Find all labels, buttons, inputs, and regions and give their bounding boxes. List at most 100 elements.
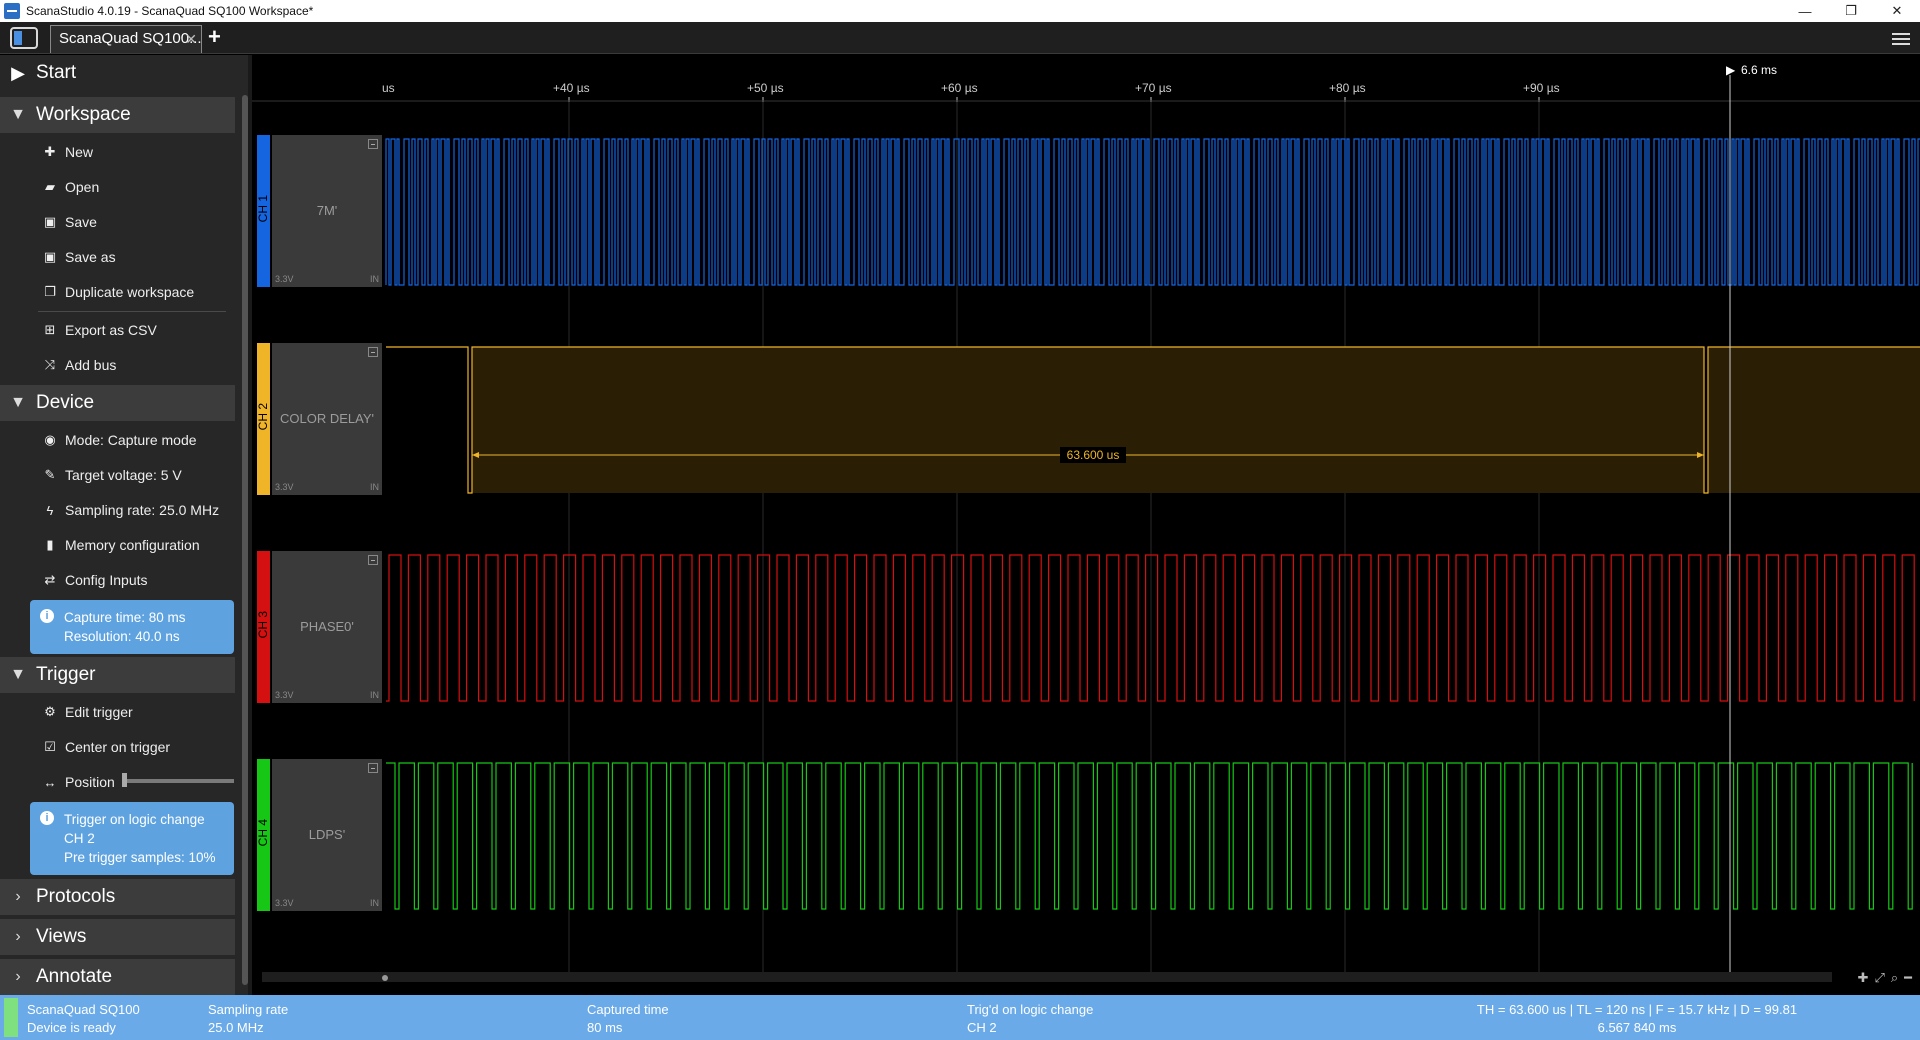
sampling-rate-setting[interactable]: ϟ Sampling rate: 25.0 MHz [0, 493, 235, 527]
channel-direction: IN [370, 898, 379, 908]
chevron-right-icon: › [15, 968, 21, 985]
channel-name[interactable]: PHASE0' [272, 619, 382, 634]
tab-label: ScanaQuad SQ100... [59, 30, 202, 47]
waveform-view[interactable]: 63.600 us us +40 µs +50 µs +60 µs +70 µs… [252, 55, 1920, 995]
channel-name[interactable]: LDPS' [272, 827, 382, 842]
search-icon[interactable]: ⌕ [1891, 970, 1898, 986]
add-tab-button[interactable]: + [208, 24, 221, 50]
zoom-out-icon[interactable]: ━ [1904, 970, 1912, 986]
tick-label: +70 µs [1135, 81, 1172, 95]
tick-label: us [382, 81, 395, 95]
measurement-time: 6.567 840 ms [1597, 1020, 1677, 1035]
target-voltage-setting[interactable]: ✎ Target voltage: 5 V [0, 458, 235, 492]
maximize-button[interactable]: ❐ [1828, 0, 1874, 22]
trigger-time-label: 6.6 ms [1741, 63, 1778, 77]
device-name: ScanaQuad SQ100 [27, 1002, 140, 1017]
trigger-type-text: Trigger on logic change [64, 812, 205, 827]
channel-id: CH 2 [256, 403, 270, 431]
chevron-down-icon: ▼ [10, 394, 26, 411]
section-title: Device [36, 392, 95, 413]
item-label: Edit trigger [65, 704, 133, 720]
chevron-right-icon: › [15, 928, 21, 945]
position-slider[interactable] [124, 779, 234, 783]
channel-name[interactable]: COLOR DELAY' [272, 411, 382, 426]
arrows-horizontal-icon: ↔ [43, 774, 57, 790]
start-button[interactable]: ▶ Start [0, 55, 235, 91]
duplicate-workspace-button[interactable]: ❐ Duplicate workspace [0, 275, 235, 309]
save-as-button[interactable]: ▣ Save as [0, 240, 235, 274]
trigger-value: CH 2 [967, 1020, 997, 1035]
channel-voltage: 3.3V [275, 482, 294, 492]
config-inputs-setting[interactable]: ⇄ Config Inputs [0, 563, 235, 597]
close-button[interactable]: ✕ [1874, 0, 1920, 22]
collapse-icon[interactable] [368, 555, 378, 565]
section-device[interactable]: ▼ Device [0, 385, 235, 421]
info-icon: i [40, 811, 54, 825]
position-slider-handle[interactable] [122, 773, 127, 787]
save-icon: ▣ [43, 214, 57, 229]
memory-configuration-setting[interactable]: ▮ Memory configuration [0, 528, 235, 562]
minimize-button[interactable]: — [1782, 0, 1828, 22]
title-bar: ScanaStudio 4.0.19 - ScanaQuad SQ100 Wor… [0, 0, 1920, 22]
channel-direction: IN [370, 690, 379, 700]
collapse-icon[interactable] [368, 139, 378, 149]
section-trigger[interactable]: ▼ Trigger [0, 657, 235, 693]
item-label: Mode: Capture mode [65, 432, 197, 448]
measure-label: 63.600 us [1067, 448, 1120, 462]
sampling-label: Sampling rate [208, 1002, 289, 1017]
section-workspace[interactable]: ▼ Workspace [0, 97, 235, 133]
window-title: ScanaStudio 4.0.19 - ScanaQuad SQ100 Wor… [26, 4, 314, 18]
zoom-in-icon[interactable]: ✚ [1858, 970, 1869, 986]
tick-label: +50 µs [747, 81, 784, 95]
trigger-marker-icon[interactable]: ▶ [1726, 63, 1735, 77]
horizontal-scrollbar[interactable] [262, 972, 1832, 982]
settings-sliders-icon[interactable] [1892, 30, 1910, 46]
item-label: Sampling rate: 25.0 MHz [65, 502, 220, 518]
section-protocols[interactable]: › Protocols [0, 879, 235, 915]
channel-header[interactable]: 7M' 3.3V IN [272, 135, 382, 287]
mode-setting[interactable]: ◉ Mode: Capture mode [0, 423, 235, 457]
fit-view-icon[interactable]: ⤢ [1874, 970, 1884, 986]
device-status-indicator [4, 998, 18, 1037]
device-info: ScanaQuad SQ100 Device is ready [27, 1001, 140, 1037]
tab-close-icon[interactable]: ✕ [185, 26, 197, 52]
channel-voltage: 3.3V [275, 274, 294, 284]
plus-icon: ✚ [44, 144, 56, 159]
horizontal-scrollbar-thumb[interactable] [382, 975, 388, 981]
channel-header[interactable]: COLOR DELAY' 3.3V IN [272, 343, 382, 495]
export-csv-button[interactable]: ⊞ Export as CSV [0, 313, 235, 347]
section-title: Annotate [36, 966, 113, 987]
trigger-channel-text: CH 2 [64, 831, 95, 846]
item-label: Add bus [65, 357, 117, 373]
channel-name[interactable]: 7M' [272, 203, 382, 218]
collapse-icon[interactable] [368, 763, 378, 773]
waveform-canvas[interactable]: 63.600 us [252, 55, 1920, 995]
section-views[interactable]: › Views [0, 919, 235, 955]
status-bar: ScanaQuad SQ100 Device is ready Sampling… [0, 995, 1920, 1040]
gear-icon: ⚙ [44, 704, 56, 719]
ch2-pulse-fill-2 [1708, 347, 1920, 493]
section-title: Workspace [36, 104, 131, 125]
save-button[interactable]: ▣ Save [0, 205, 235, 239]
collapse-icon[interactable] [368, 347, 378, 357]
channel-header[interactable]: LDPS' 3.3V IN [272, 759, 382, 911]
section-title: Protocols [36, 886, 116, 907]
edit-trigger-button[interactable]: ⚙ Edit trigger [0, 695, 235, 729]
exchange-icon: ⇄ [44, 572, 56, 587]
sidebar-toggle-icon[interactable] [10, 27, 38, 49]
section-annotate[interactable]: › Annotate [0, 959, 235, 995]
new-workspace-button[interactable]: ✚ New [0, 135, 235, 169]
channel-voltage: 3.3V [275, 898, 294, 908]
center-on-trigger-checkbox[interactable]: ☑ Center on trigger [0, 730, 235, 764]
shuffle-icon: ⤨ [44, 357, 56, 372]
item-label: Open [65, 179, 100, 195]
device-status: Device is ready [27, 1020, 116, 1035]
memory-icon: ▮ [46, 537, 54, 552]
captured-value: 80 ms [587, 1020, 623, 1035]
add-bus-button[interactable]: ⤨ Add bus [0, 348, 235, 382]
tab-workspace[interactable]: ScanaQuad SQ100... ✕ [50, 25, 202, 53]
target-circle-icon: ◉ [44, 432, 56, 447]
open-button[interactable]: ▰ Open [0, 170, 235, 204]
time-ruler[interactable]: us +40 µs +50 µs +60 µs +70 µs +80 µs +9… [252, 55, 1920, 101]
channel-header[interactable]: PHASE0' 3.3V IN [272, 551, 382, 703]
